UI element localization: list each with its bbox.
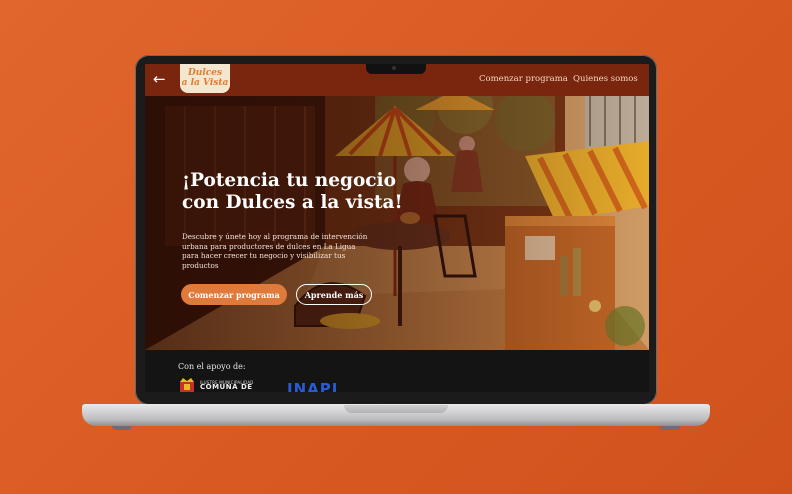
hero-section: ¡Potencia tu negocio con Dulces a la vis… — [145, 96, 649, 350]
logo-text-line2: a la Vista — [181, 78, 229, 88]
learn-more-button[interactable]: Aprende más — [296, 284, 372, 305]
hero-subtitle: Descubre y únete hoy al programa de inte… — [182, 232, 368, 270]
municipality-crest-icon — [180, 378, 194, 392]
camera-icon — [392, 66, 396, 70]
laptop-foot-left — [112, 426, 132, 430]
nav-link-quienes-somos[interactable]: Quienes somos — [573, 74, 638, 84]
support-label: Con el apoyo de: — [178, 362, 246, 371]
camera-notch — [366, 64, 426, 74]
trackpad-notch — [344, 405, 448, 413]
support-section: Con el apoyo de: ILUSTRE MUNICIPALIDAD C… — [145, 350, 649, 392]
municipality-logo: ILUSTRE MUNICIPALIDAD COMUNA DE — [200, 380, 254, 391]
logo-text-line1: Dulces — [187, 68, 223, 78]
laptop-foot-right — [660, 426, 680, 430]
start-program-button[interactable]: Comenzar programa — [181, 284, 287, 305]
nav-link-comenzar-programa[interactable]: Comenzar programa — [479, 74, 568, 84]
brand-logo[interactable]: Dulces a la Vista — [180, 64, 230, 93]
arrow-left-icon[interactable]: ← — [153, 70, 166, 88]
muni-big-text: COMUNA DE — [200, 383, 253, 391]
laptop-screen: ← Dulces a la Vista Comenzar programa Qu… — [145, 64, 649, 392]
hero-overlay — [145, 96, 649, 350]
hero-title: ¡Potencia tu negocio con Dulces a la vis… — [182, 170, 403, 213]
inapi-logo: INAPI — [287, 380, 339, 392]
